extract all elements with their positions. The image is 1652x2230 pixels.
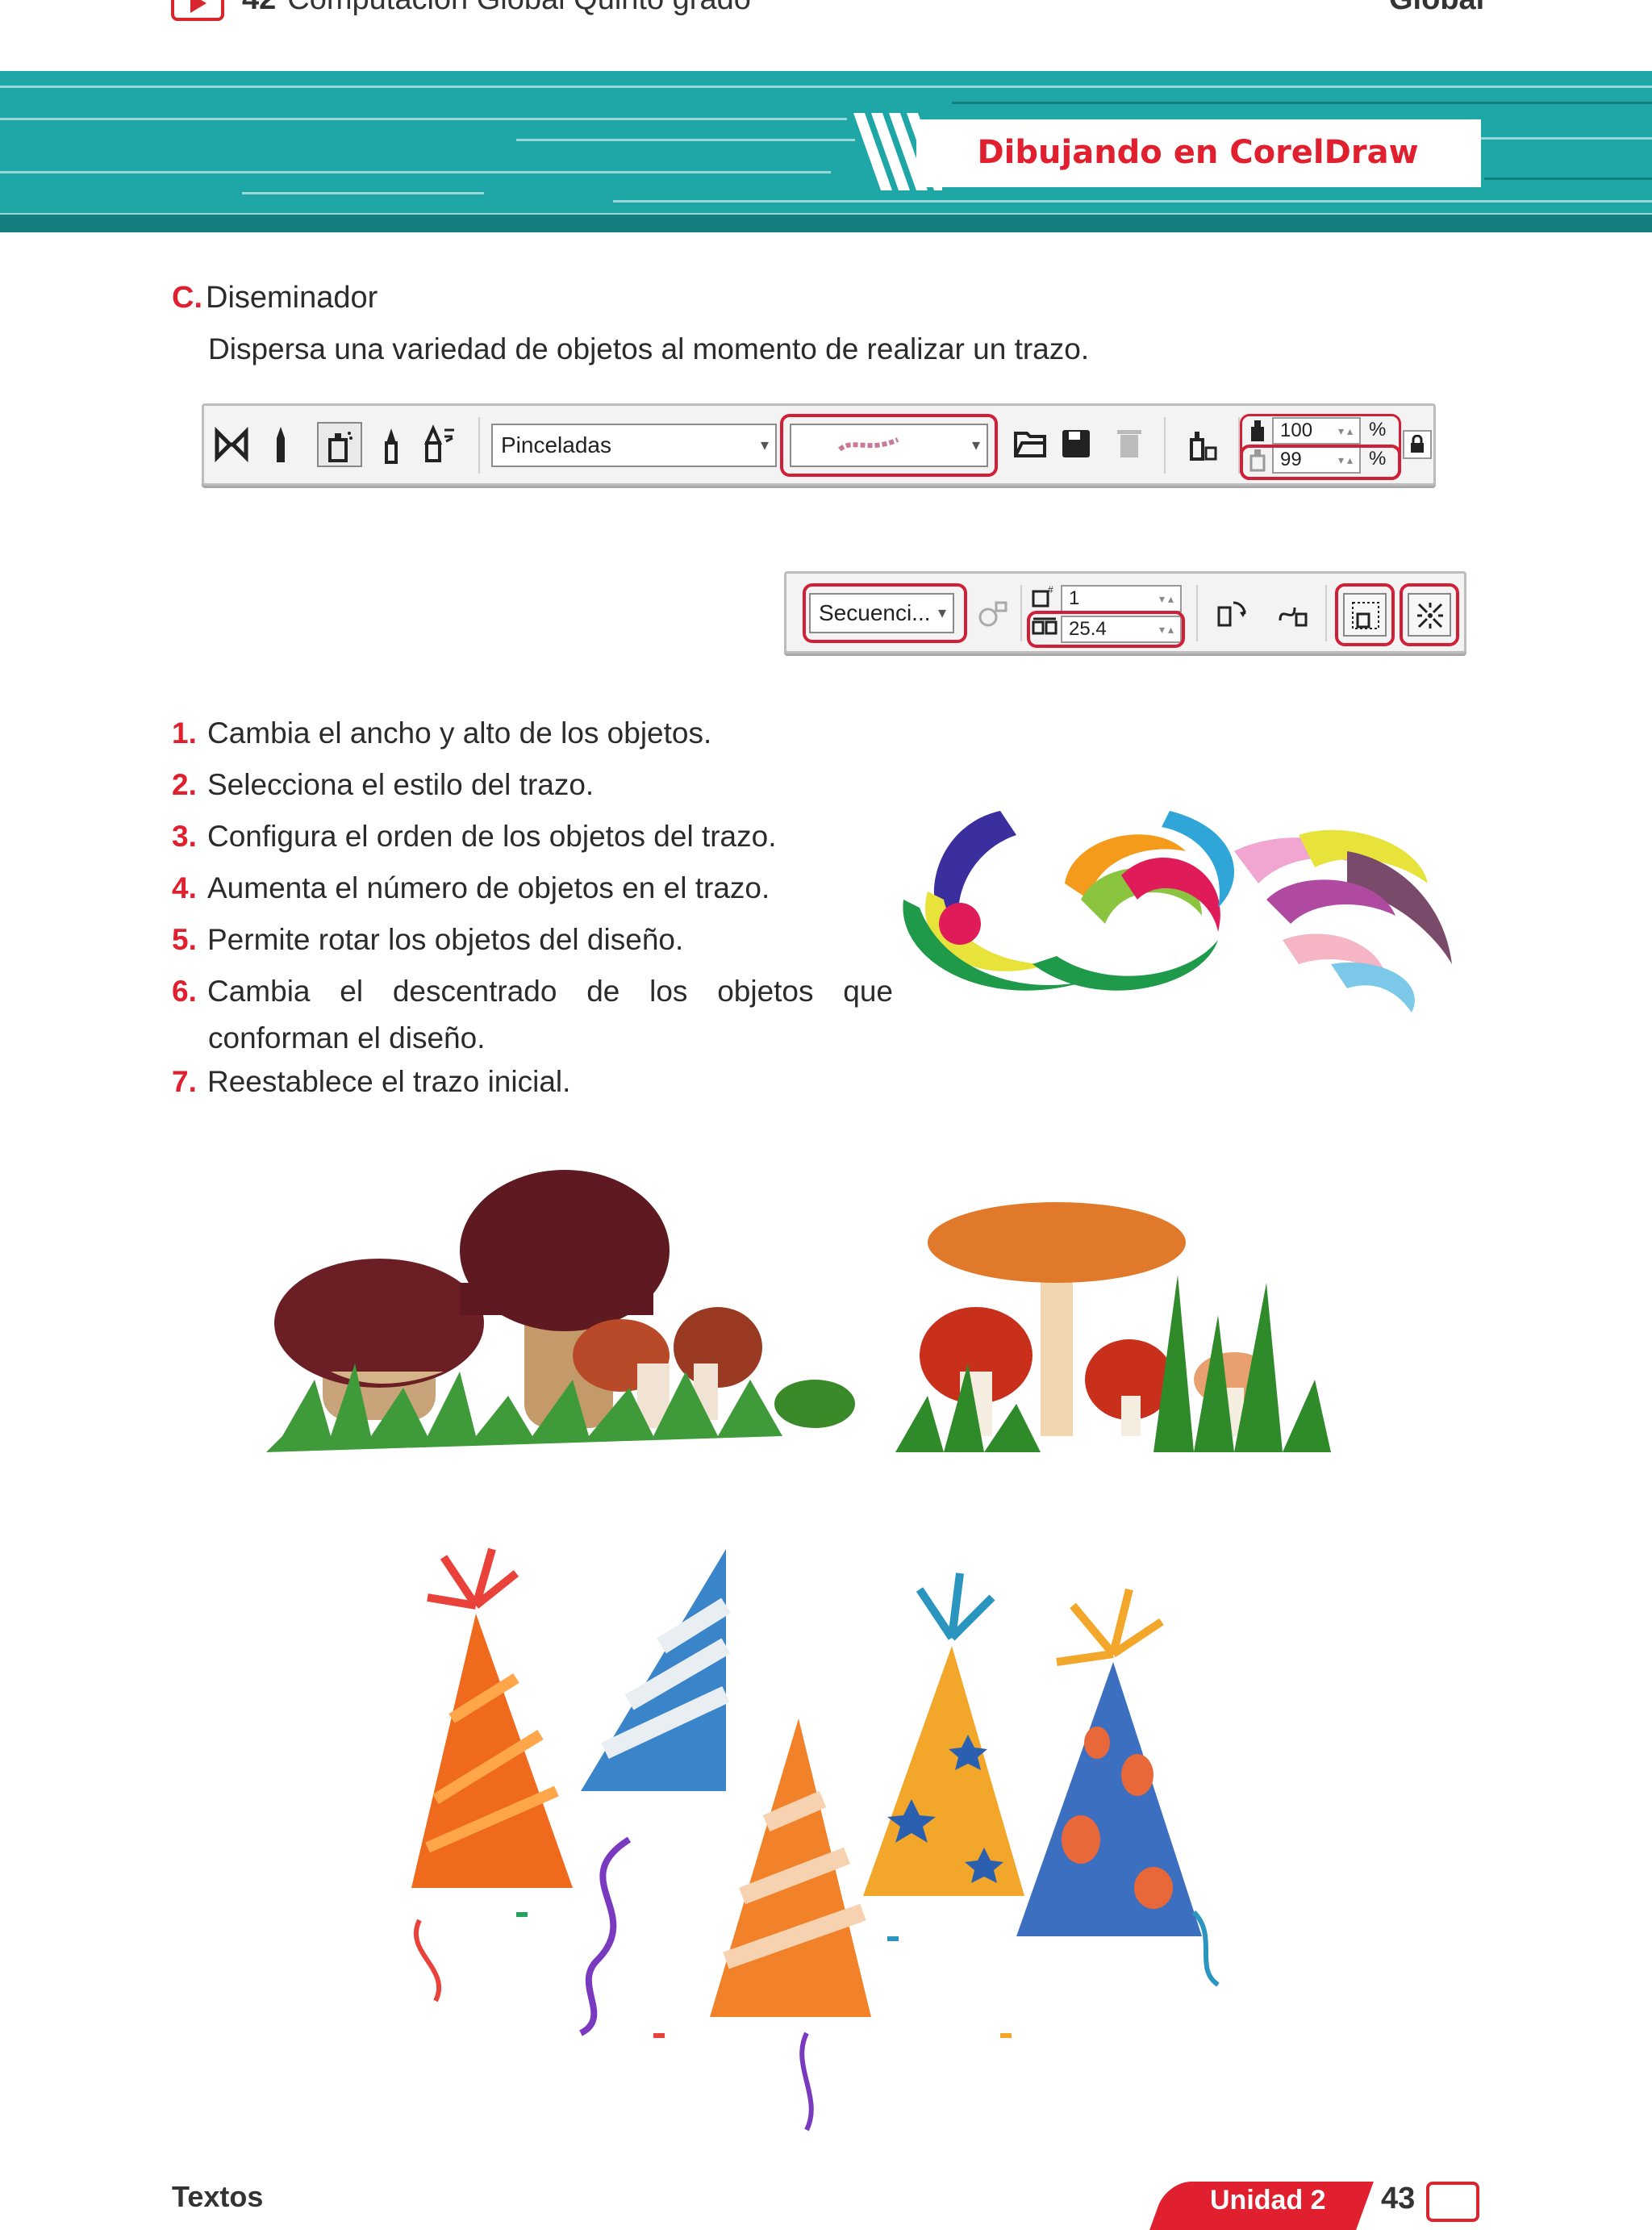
header-page-number: 42	[242, 0, 276, 16]
add-to-playlist-icon[interactable]	[977, 599, 1009, 628]
list-text: Permite rotar los objetos del diseño.	[207, 923, 684, 956]
section-description: Dispersa una variedad de objetos al mome…	[208, 332, 1090, 365]
running-header-title: 42 Computación Global Quinto grado	[242, 0, 751, 17]
list-text: Cambia el descentrado de los objetos que	[207, 975, 893, 1009]
list-number: 5.	[172, 923, 197, 956]
spray-order-settings-icon[interactable]	[1187, 425, 1219, 462]
rotation-icon[interactable]	[1214, 596, 1249, 632]
footer-page-number: 43	[1381, 2182, 1416, 2215]
lock-icon	[1411, 435, 1424, 453]
expression-icon[interactable]	[422, 424, 457, 464]
party-hat-spray-illustration	[411, 1547, 1220, 2132]
list-number: 7.	[172, 1065, 197, 1098]
save-icon[interactable]	[1061, 428, 1091, 459]
section-label: C.	[172, 281, 202, 315]
footer-left-text: Textos	[172, 2180, 264, 2213]
category-dropdown[interactable]: Pinceladas ▾	[491, 424, 777, 467]
svg-text:#: #	[1048, 584, 1053, 595]
word: descentrado	[392, 975, 557, 1008]
list-text: Reestablece el trazo inicial.	[207, 1065, 571, 1098]
list-number: 6.	[172, 975, 197, 1008]
highlight-scatter	[1400, 583, 1459, 646]
dabs-count-value: 1	[1069, 587, 1080, 609]
preset-brush-icon[interactable]	[270, 425, 290, 464]
list-text: Configura el orden de los objetos del tr…	[207, 820, 777, 853]
calligraphic-icon[interactable]	[380, 425, 403, 464]
footer-unit-label: Unidad 2	[1210, 2185, 1326, 2215]
sprayer-property-bar-2: Secuenci... ▾ # 1 ▾▴ 25.4 ▾▴	[784, 571, 1466, 654]
sprayer-mode-button[interactable]	[317, 422, 362, 467]
highlight-size	[1240, 414, 1401, 480]
highlight-spacing	[1027, 611, 1185, 648]
list-item: 5. Permite rotar los objetos del diseño.	[172, 923, 683, 957]
word: el	[340, 975, 364, 1008]
open-folder-icon[interactable]	[1014, 430, 1046, 459]
delete-icon[interactable]	[1117, 428, 1141, 459]
sprayer-property-bar: Pinceladas ▾ ▾ 100 ▾▴ % 99 ▾▴ %	[202, 403, 1436, 486]
list-text: Aumenta el número de objetos en el trazo…	[207, 871, 770, 904]
spinner-arrows-icon[interactable]: ▾▴	[1159, 587, 1177, 611]
section-heading: C. Diseminador	[172, 281, 378, 315]
sprayer-icon	[328, 432, 353, 462]
list-number: 3.	[172, 820, 197, 853]
list-item: 2. Selecciona el estilo del trazo.	[172, 768, 594, 802]
list-text: Cambia el ancho y alto de los objetos.	[207, 716, 712, 750]
highlight-reset	[1335, 583, 1395, 646]
list-item: 4. Aumenta el número de objetos en el tra…	[172, 871, 770, 905]
list-number: 1.	[172, 716, 197, 750]
chevron-down-icon: ▾	[760, 436, 769, 454]
list-item: 3. Configura el orden de los objetos del …	[172, 820, 777, 854]
mushroom-spray-illustration	[266, 1170, 1331, 1452]
word: de	[586, 975, 620, 1008]
header-right-text: Global	[1389, 0, 1484, 17]
list-number: 2.	[172, 768, 197, 801]
header-book-title: Computación Global Quinto grado	[287, 0, 751, 16]
list-number: 4.	[172, 871, 197, 904]
artistic-media-icon[interactable]	[214, 427, 249, 462]
offset-icon[interactable]	[1275, 596, 1311, 632]
banner-title: Dibujando en CorelDraw	[977, 134, 1419, 171]
book-play-icon	[171, 0, 224, 21]
dabs-count-icon: #	[1032, 584, 1053, 608]
list-text-continuation: conforman el diseño.	[208, 1021, 486, 1054]
dabs-count-field[interactable]: 1 ▾▴	[1061, 585, 1182, 612]
category-value: Pinceladas	[501, 432, 611, 457]
word: objetos	[717, 975, 814, 1008]
list-item: 1. Cambia el ancho y alto de los objetos.	[172, 716, 711, 750]
word: los	[649, 975, 688, 1008]
swirl-spray-illustration	[903, 811, 1452, 1013]
word: Cambia	[207, 975, 311, 1008]
highlight-spray-order	[803, 583, 967, 643]
section-title: Diseminador	[206, 281, 378, 315]
word: que	[843, 975, 893, 1008]
list-item: 6. Cambia el descentrado de los objetos que	[172, 975, 893, 1009]
list-item: 7. Reestablece el trazo inicial.	[172, 1065, 570, 1099]
highlight-stroke-style	[780, 414, 998, 477]
lock-ratio-button[interactable]	[1403, 430, 1432, 459]
book-play-icon	[1426, 2182, 1479, 2222]
list-text: Selecciona el estilo del trazo.	[207, 768, 594, 801]
